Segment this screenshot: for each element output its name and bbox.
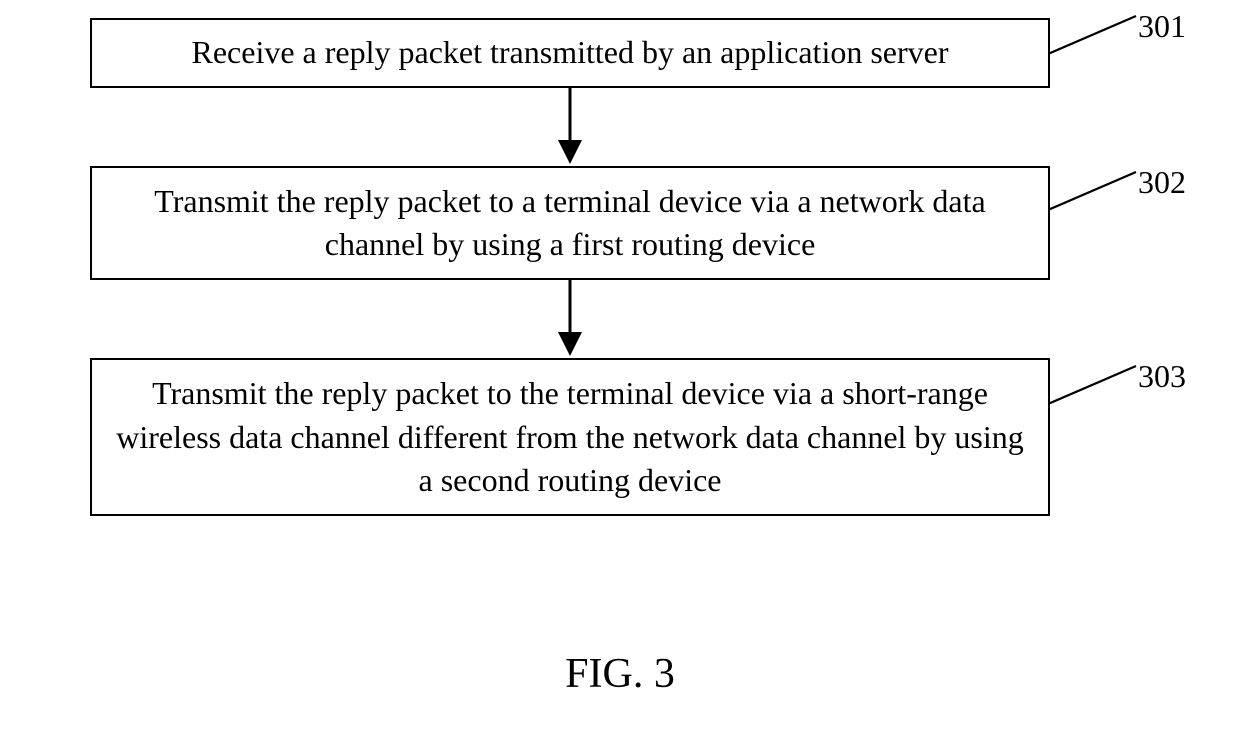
step-2-ref: 302 [1138,164,1186,201]
step-2-box: Transmit the reply packet to a terminal … [90,166,1050,280]
step-1-ref: 301 [1138,8,1186,45]
arrow-1 [90,88,1050,166]
step-3-ref: 303 [1138,358,1186,395]
step-1-text: Receive a reply packet transmitted by an… [191,31,948,74]
flowchart: Receive a reply packet transmitted by an… [60,18,1180,516]
step-3-text: Transmit the reply packet to the termina… [116,372,1024,502]
step-1-box: Receive a reply packet transmitted by an… [90,18,1050,88]
arrow-2 [90,280,1050,358]
step-3-box: Transmit the reply packet to the termina… [90,358,1050,516]
step-2-text: Transmit the reply packet to a terminal … [116,180,1024,266]
figure-caption: FIG. 3 [0,650,1240,698]
